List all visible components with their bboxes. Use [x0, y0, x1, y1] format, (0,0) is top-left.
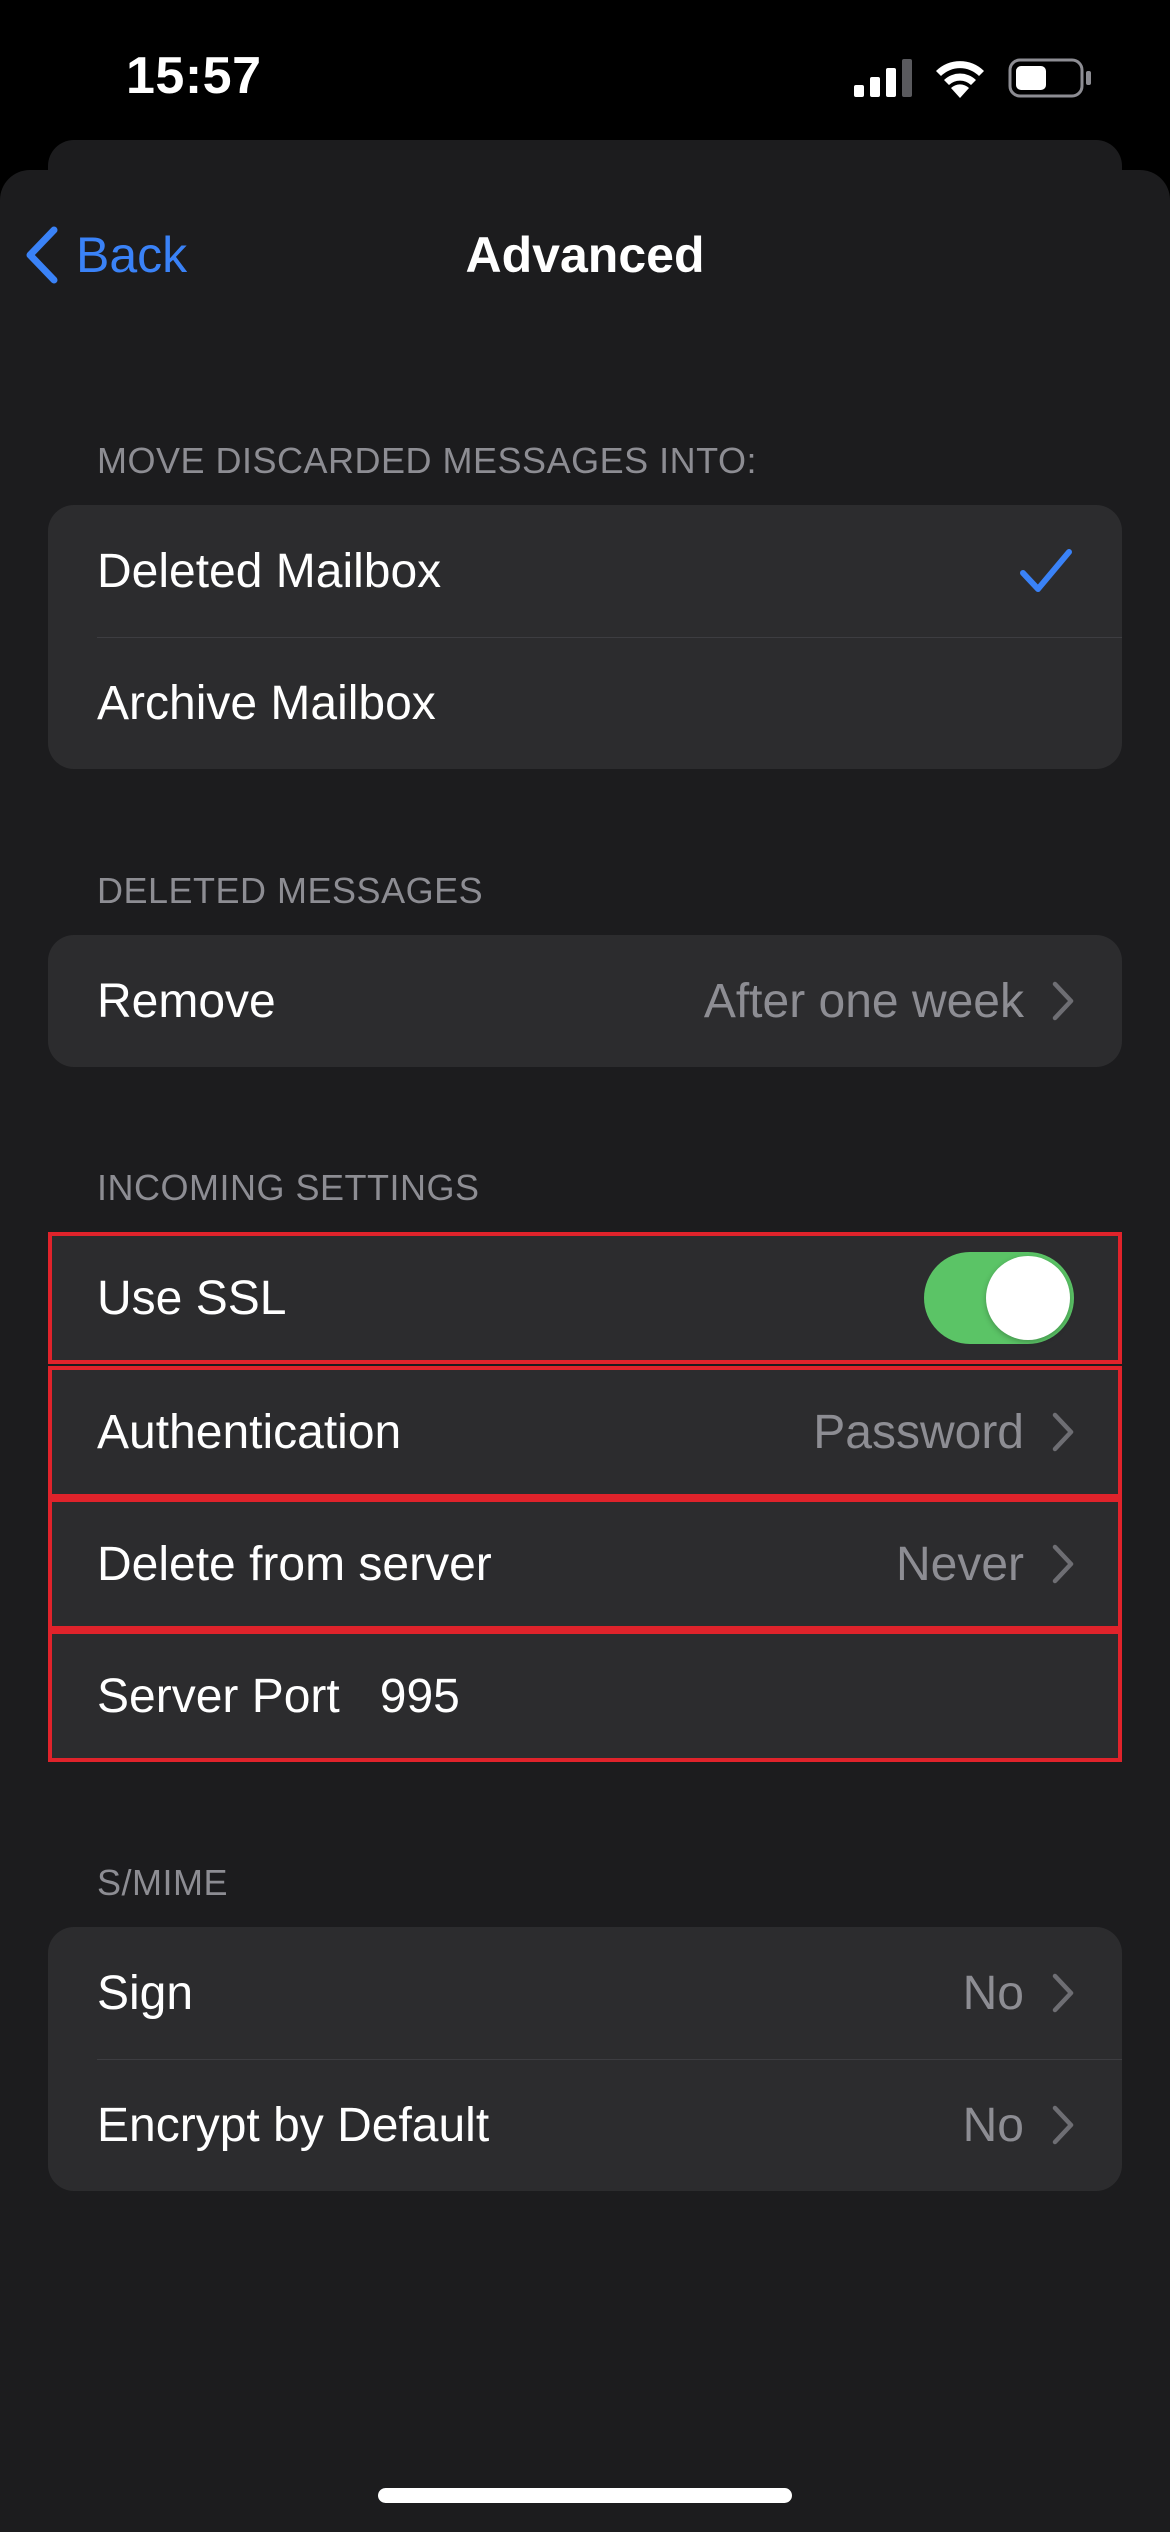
- wifi-icon: [936, 61, 984, 98]
- encrypt-label: Encrypt by Default: [97, 2098, 490, 2152]
- smime-group: Sign No Encrypt by Default No: [48, 1927, 1122, 2191]
- use-ssl-toggle[interactable]: [924, 1252, 1074, 1344]
- discarded-group: Deleted Mailbox Archive Mailbox: [48, 505, 1122, 769]
- toggle-knob: [986, 1256, 1070, 1340]
- page-title: Advanced: [465, 227, 705, 283]
- chevron-right-icon: [1052, 2105, 1074, 2145]
- option-label: Archive Mailbox: [97, 676, 436, 730]
- home-indicator[interactable]: [378, 2488, 792, 2503]
- server-port-row: Server Port 995: [48, 1630, 1122, 1762]
- status-time: 15:57: [126, 47, 262, 105]
- deleted-group: Remove After one week: [48, 935, 1122, 1067]
- section-header-discarded: MOVE DISCARDED MESSAGES INTO:: [97, 440, 757, 481]
- remove-row[interactable]: Remove After one week: [48, 935, 1122, 1067]
- section-header-deleted: DELETED MESSAGES: [97, 870, 484, 911]
- cellular-signal-icon: [854, 59, 912, 97]
- remove-label: Remove: [97, 974, 276, 1028]
- option-deleted-mailbox[interactable]: Deleted Mailbox: [48, 505, 1122, 637]
- battery-icon: [1008, 58, 1091, 98]
- server-port-field[interactable]: 995: [380, 1669, 460, 1724]
- use-ssl-row: Use SSL: [48, 1232, 1122, 1364]
- status-icons: [854, 56, 1092, 100]
- remove-value: After one week: [703, 974, 1024, 1028]
- use-ssl-label: Use SSL: [97, 1271, 287, 1325]
- sign-label: Sign: [97, 1966, 194, 2020]
- encrypt-by-default-row[interactable]: Encrypt by Default No: [48, 2059, 1122, 2191]
- option-label: Deleted Mailbox: [97, 544, 442, 598]
- chevron-right-icon: [1052, 981, 1074, 1021]
- encrypt-value: No: [962, 2098, 1024, 2152]
- authentication-row[interactable]: Authentication Password: [48, 1366, 1122, 1498]
- server-port-label: Server Port: [97, 1669, 340, 1723]
- delete-from-server-row[interactable]: Delete from server Never: [48, 1498, 1122, 1630]
- sign-row[interactable]: Sign No: [48, 1927, 1122, 2059]
- option-archive-mailbox[interactable]: Archive Mailbox: [48, 637, 1122, 769]
- chevron-right-icon: [1052, 1973, 1074, 2013]
- authentication-value: Password: [813, 1405, 1024, 1459]
- advanced-settings-sheet: Back Advanced MOVE DISCARDED MESSAGES IN…: [0, 170, 1170, 2532]
- delete-from-server-label: Delete from server: [97, 1537, 492, 1591]
- authentication-label: Authentication: [97, 1405, 402, 1459]
- delete-from-server-value: Never: [895, 1537, 1024, 1591]
- chevron-right-icon: [1052, 1412, 1074, 1452]
- navigation-bar: Back Advanced: [0, 170, 1170, 340]
- status-bar: 15:57: [0, 0, 1170, 150]
- section-header-smime: S/MIME: [97, 1862, 229, 1903]
- section-header-incoming: INCOMING SETTINGS: [97, 1167, 480, 1208]
- sign-value: No: [962, 1966, 1024, 2020]
- chevron-right-icon: [1052, 1544, 1074, 1584]
- checkmark-icon: [1020, 549, 1072, 592]
